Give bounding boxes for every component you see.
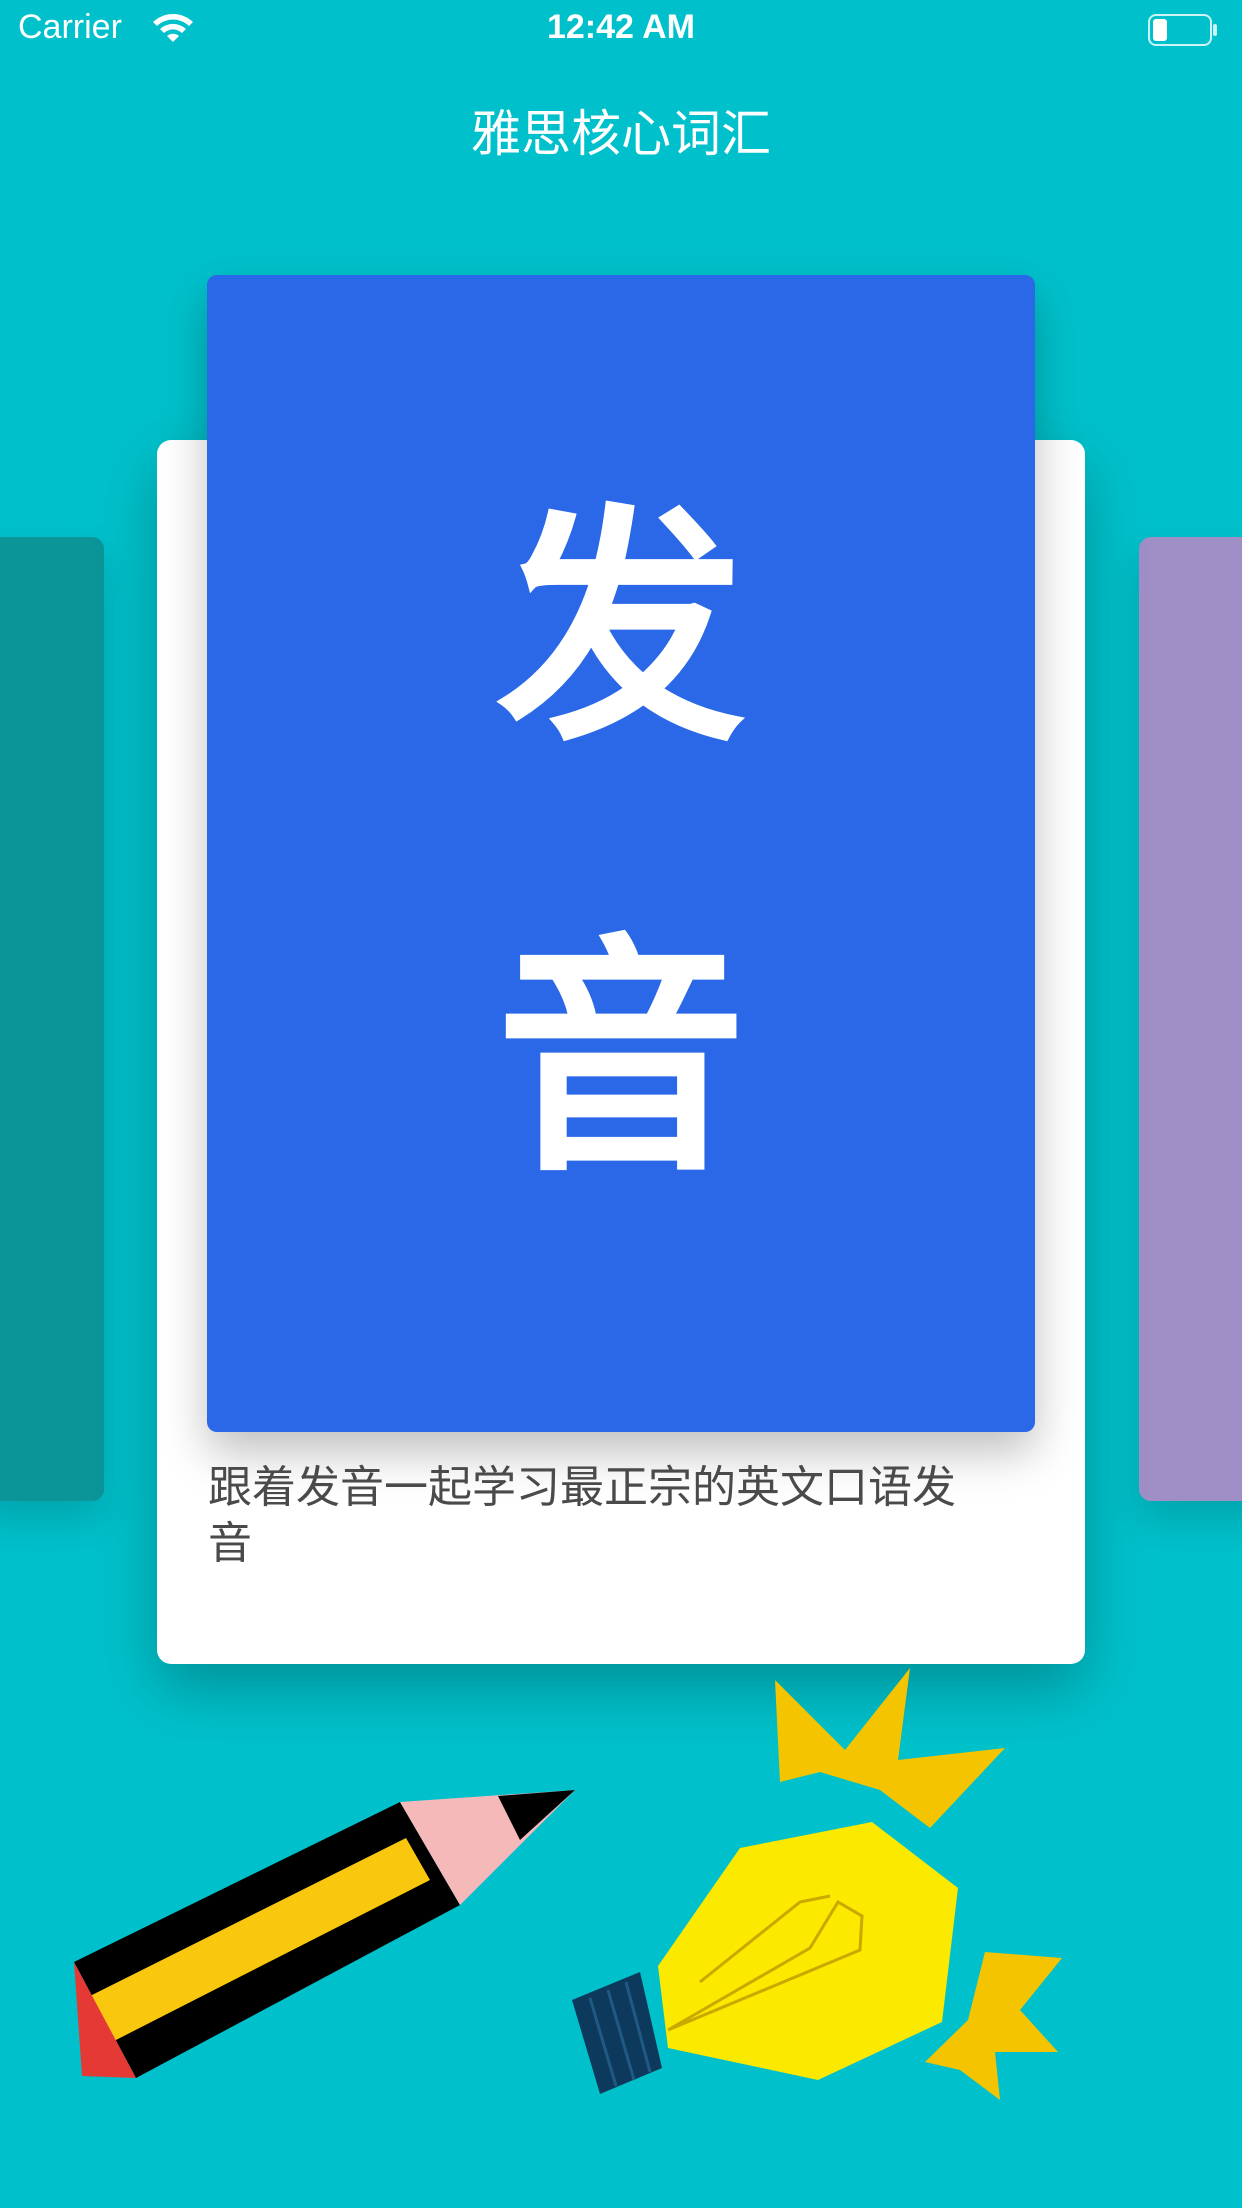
lightbulb-icon — [572, 1668, 1062, 2100]
status-time: 12:42 AM — [546, 8, 696, 46]
cover-text-bottom: 音 — [496, 914, 746, 1205]
page-title: 雅思核心词汇 — [471, 105, 771, 163]
previous-card[interactable] — [0, 537, 104, 1501]
course-description: 跟着发音一起学习最正宗的英文口语发音 — [208, 1462, 956, 1569]
pencil-icon — [74, 1790, 575, 2078]
battery-icon — [1148, 14, 1217, 46]
course-cover[interactable]: 发 音 — [207, 275, 1035, 1432]
decoration-illustration — [74, 1668, 1062, 2100]
cover-text-top: 发 — [496, 484, 746, 775]
next-card[interactable] — [1139, 537, 1242, 1501]
status-bar: Carrier 12:42 AM — [0, 0, 1242, 62]
